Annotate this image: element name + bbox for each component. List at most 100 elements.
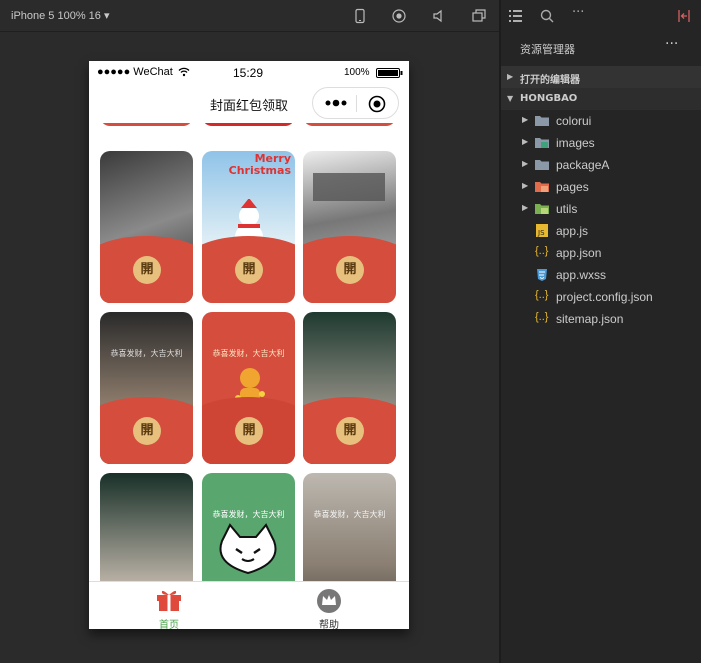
tree-item-label: app.json [556, 246, 602, 260]
tree-item-label: colorui [556, 114, 592, 128]
tree-file-app-js[interactable]: JS app.js [501, 220, 701, 242]
chevron-down-icon: ▼ [507, 94, 514, 103]
search-icon[interactable] [540, 9, 554, 23]
cover-caption: Merry Christmas [228, 152, 291, 177]
tree-item-label: pages [556, 180, 589, 194]
capsule-menu [312, 87, 399, 119]
simulator-toolbar: iPhone 5 100% 16 ▾ [0, 0, 499, 32]
phone-screen: ●●●●● WeChat 15:29 100% 封面红包领取 開 Merry C… [89, 61, 409, 629]
cover-card[interactable]: 開 [100, 151, 193, 303]
cover-card[interactable] [100, 123, 193, 126]
tree-item-label: images [556, 136, 595, 150]
tab-help[interactable]: 帮助 [249, 582, 409, 629]
cover-card[interactable]: 恭喜发财，大吉大利 [202, 473, 295, 581]
tree-folder-pages[interactable]: ▶ pages [501, 176, 701, 198]
section-open-editors[interactable]: ▶ 打开的编辑器 [501, 66, 701, 88]
json-file-icon: {..} [535, 289, 549, 301]
chevron-right-icon: ▶ [522, 115, 529, 124]
css-file-icon [537, 269, 547, 281]
explorer-toolbar: ··· [501, 0, 701, 32]
simulator-pane: iPhone 5 100% 16 ▾ ●●●●● WeChat 15:29 10… [0, 0, 499, 663]
svg-text:JS: JS [537, 229, 545, 237]
tab-home[interactable]: 首页 [89, 582, 249, 629]
folder-icon [535, 160, 549, 170]
section-label: HONGBAO [520, 93, 578, 104]
wifi-icon [178, 67, 190, 77]
chevron-right-icon: ▶ [522, 203, 529, 212]
open-button[interactable]: 開 [133, 256, 161, 284]
tab-home-label: 首页 [159, 620, 179, 629]
tab-bar: 首页 帮助 [89, 581, 409, 629]
nav-bar: 封面红包领取 [89, 83, 409, 123]
cover-card[interactable]: 恭喜发财，大吉大利 [303, 473, 396, 581]
cover-caption: 恭喜发财，大吉大利 [110, 349, 183, 358]
cover-caption: 恭喜发财，大吉大利 [212, 510, 285, 519]
collapse-panel-icon[interactable] [677, 9, 691, 23]
cover-card[interactable]: 開 [303, 312, 396, 464]
cover-card[interactable] [100, 473, 193, 581]
chevron-right-icon: ▶ [507, 72, 514, 81]
tree-item-label: app.wxss [556, 268, 607, 282]
tree-file-sitemap[interactable]: {..} sitemap.json [501, 308, 701, 330]
carrier-text: ●●●●● WeChat [97, 66, 173, 78]
section-project[interactable]: ▼ HONGBAO [501, 88, 701, 110]
close-mini-program-icon[interactable] [368, 95, 386, 113]
tree-folder-packageA[interactable]: ▶ packageA [501, 154, 701, 176]
volume-icon[interactable] [431, 8, 447, 24]
cover-card[interactable]: 恭喜发财，大吉大利 開 [202, 312, 295, 464]
cover-card[interactable] [303, 123, 396, 126]
list-icon[interactable] [508, 9, 523, 23]
cover-caption: 恭喜发财，大吉大利 [212, 349, 285, 358]
battery-percent: 100% [344, 67, 370, 78]
tree-item-label: project.config.json [556, 290, 653, 304]
tree-folder-images[interactable]: ▶ images [501, 132, 701, 154]
section-label: 打开的编辑器 [520, 75, 580, 86]
chevron-right-icon: ▶ [522, 137, 529, 146]
record-icon[interactable] [391, 8, 407, 24]
chevron-right-icon: ▶ [522, 159, 529, 168]
more-dots-icon[interactable] [324, 98, 348, 108]
tree-file-project-config[interactable]: {..} project.config.json [501, 286, 701, 308]
tree-item-label: sitemap.json [556, 312, 624, 326]
cover-card[interactable] [202, 123, 295, 126]
tree-folder-utils[interactable]: ▶ utils [501, 198, 701, 220]
tree-folder-colorui[interactable]: ▶ colorui [501, 110, 701, 132]
phone-icon[interactable] [352, 8, 368, 24]
crown-icon [317, 589, 341, 613]
open-button[interactable]: 開 [336, 417, 364, 445]
pages-folder-icon [535, 182, 549, 192]
devtools-window: iPhone 5 100% 16 ▾ ●●●●● WeChat 15:29 10… [0, 0, 701, 663]
more-icon[interactable]: ··· [572, 5, 584, 20]
cover-card[interactable]: 開 [303, 151, 396, 303]
tree-file-app-json[interactable]: {..} app.json [501, 242, 701, 264]
utils-folder-icon [535, 204, 549, 214]
tree-file-app-wxss[interactable]: app.wxss [501, 264, 701, 286]
explorer-title: 资源管理器 [520, 43, 575, 56]
cover-caption: 恭喜发财，大吉大利 [313, 510, 386, 519]
open-button[interactable]: 開 [235, 256, 263, 284]
open-button[interactable]: 開 [336, 256, 364, 284]
cover-card[interactable]: Merry Christmas 開 [202, 151, 295, 303]
explorer-more-icon[interactable]: ··· [665, 36, 678, 52]
status-bar: ●●●●● WeChat 15:29 100% [89, 61, 409, 83]
gift-icon [157, 590, 181, 611]
device-selector[interactable]: iPhone 5 100% 16 ▾ [11, 9, 109, 22]
explorer-pane: ··· 资源管理器 ··· ▶ 打开的编辑器 ▼ HONGBAO ▶ color… [501, 0, 701, 663]
open-button[interactable]: 開 [133, 417, 161, 445]
cat-image [219, 523, 277, 575]
battery-icon [376, 68, 403, 78]
clock-text: 15:29 [233, 66, 264, 80]
tree-item-label: utils [556, 202, 578, 216]
cover-grid: 開 Merry Christmas 開 開 恭喜发财，大吉大利 開 恭喜发财，大… [89, 123, 409, 581]
open-button[interactable]: 開 [235, 417, 263, 445]
json-file-icon: {..} [535, 245, 549, 257]
cover-card[interactable]: 恭喜发财，大吉大利 開 [100, 312, 193, 464]
tree-item-label: packageA [556, 158, 610, 172]
folder-icon [535, 116, 549, 126]
chevron-right-icon: ▶ [522, 181, 529, 190]
tree-item-label: app.js [556, 224, 589, 238]
json-file-icon: {..} [535, 311, 549, 323]
window-icon[interactable] [471, 8, 487, 24]
tab-help-label: 帮助 [319, 620, 339, 629]
js-file-icon: JS [536, 224, 548, 237]
